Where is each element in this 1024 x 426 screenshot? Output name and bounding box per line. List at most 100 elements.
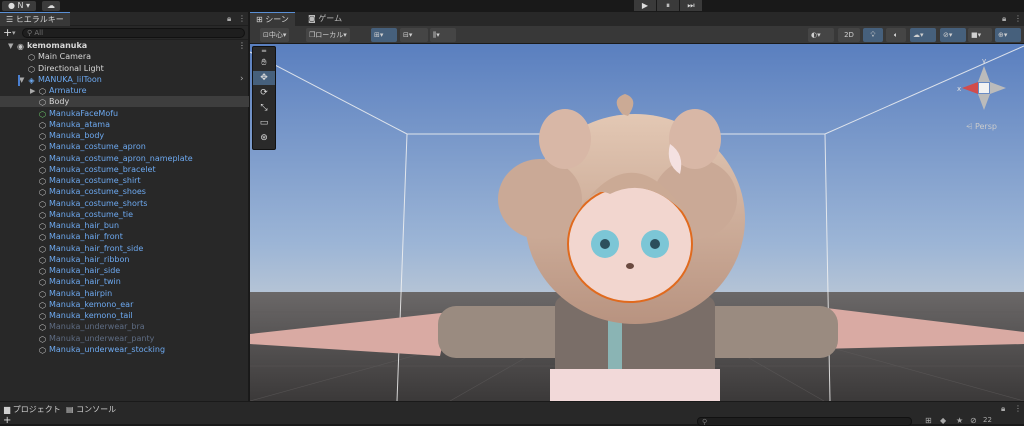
hierarchy-row[interactable]: ⬡ Manuka_kemono_tail	[0, 310, 249, 321]
hierarchy-row[interactable]: ⬡ Manuka_hairpin	[0, 288, 249, 299]
hierarchy-row[interactable]: ⬡ Manuka_costume_apron_nameplate	[0, 153, 249, 164]
scene-lock-icon[interactable]: 🔒︎	[1002, 14, 1006, 24]
project-search-input[interactable]: ⚲	[697, 417, 912, 426]
cube-icon: ⬡	[39, 165, 46, 175]
cube-icon: ⬡	[39, 312, 46, 321]
effects-dropdown[interactable]: ☁▾	[910, 28, 936, 42]
hierarchy-row[interactable]: ⬡ Directional Light	[0, 63, 249, 74]
tab-console[interactable]: ▤ コンソール	[62, 404, 120, 416]
account-label: N	[17, 1, 24, 10]
hierarchy-row[interactable]: ⬡ Manuka_hair_front	[0, 231, 249, 242]
hierarchy-row-label: Manuka_hair_ribbon	[49, 254, 130, 264]
scene-viewport[interactable]: x y ═ ✋︎ ✥ ⟳ ⤡ ▭ ⊛ ⩤ Persp	[250, 44, 1024, 401]
hierarchy-row[interactable]: ⬡ Manuka_costume_shirt	[0, 175, 249, 186]
tab-game[interactable]: ◙ ゲーム	[302, 12, 349, 26]
hierarchy-row[interactable]: ⬡ Manuka_kemono_ear	[0, 299, 249, 310]
speaker-icon: 🔈︎	[893, 31, 899, 39]
transform-tool-button[interactable]: ⊛	[253, 131, 275, 145]
hierarchy-row-label: Manuka_hair_front_side	[49, 243, 144, 253]
create-button[interactable]: +	[3, 415, 11, 426]
tab-hierarchy[interactable]: ☰ ヒエラルキー	[0, 12, 70, 26]
play-button[interactable]: ▶	[634, 0, 656, 11]
align-button[interactable]: ⫼▾	[430, 28, 456, 42]
hierarchy-row[interactable]: ⬡ Manuka_costume_tie	[0, 209, 249, 220]
tab-hierarchy-label: ヒエラルキー	[15, 15, 64, 24]
hierarchy-row[interactable]: ⬡ Manuka_body	[0, 130, 249, 141]
hidden-count: 22	[983, 416, 992, 424]
hierarchy-row-label: Manuka_hair_side	[49, 266, 121, 275]
rotate-tool-button[interactable]: ⟳	[253, 86, 275, 100]
draw-mode-dropdown[interactable]: ◐▾	[808, 28, 834, 42]
move-tool-button[interactable]: ✥	[253, 71, 275, 85]
camera-dropdown[interactable]: ■▾	[968, 28, 992, 42]
hierarchy-row[interactable]: ⬡ Manuka_costume_apron	[0, 141, 249, 152]
grid-snap-toggle[interactable]: ⊞▾	[371, 28, 397, 42]
pause-button[interactable]: ⏸	[657, 0, 679, 11]
hierarchy-row[interactable]: ⬡ Manuka_underwear_panty	[0, 333, 249, 344]
add-button[interactable]: +	[3, 26, 12, 39]
cube-icon: ⬡	[28, 64, 35, 74]
hierarchy-row[interactable]: ⬡ Manuka_costume_shoes	[0, 186, 249, 197]
scale-tool-button[interactable]: ⤡	[253, 101, 275, 115]
hierarchy-toolbar: + ▾ ⚲ All	[0, 26, 248, 40]
cube-icon: ⬡	[39, 98, 46, 108]
hierarchy-row[interactable]: ⬡ Body	[0, 96, 249, 108]
lighting-toggle[interactable]: 💡︎	[863, 28, 883, 42]
hierarchy-row[interactable]: ⬡ Manuka_hair_side	[0, 265, 249, 276]
cube-icon: ⬡	[39, 188, 46, 198]
hierarchy-row[interactable]: ▶ ⬡ Armature	[0, 85, 249, 96]
hierarchy-row[interactable]: ⬡ Manuka_underwear_bra	[0, 321, 249, 332]
hierarchy-icon: ☰	[6, 15, 14, 24]
tab-scene[interactable]: ⊞ シーン	[250, 12, 295, 26]
hierarchy-row-label: Manuka_atama	[49, 119, 110, 129]
rect-tool-button[interactable]: ▭	[253, 116, 275, 130]
hierarchy-row[interactable]: ⬡ Manuka_hair_bun	[0, 220, 249, 231]
hierarchy-row[interactable]: ⬡ Manuka_costume_shorts	[0, 198, 249, 209]
hierarchy-row[interactable]: ⬡ Manuka_underwear_stocking	[0, 344, 249, 355]
cloud-button[interactable]: ☁	[42, 1, 60, 11]
hierarchy-row[interactable]: ⬡ Main Camera	[0, 51, 249, 62]
hierarchy-row-label: Manuka_costume_shirt	[49, 176, 141, 185]
hand-tool-button[interactable]: ✋︎	[253, 56, 275, 70]
space-dropdown[interactable]: ❒ローカル▾	[306, 28, 350, 42]
prefab-open-chevron-icon[interactable]: ›	[240, 74, 244, 84]
space-label: ローカル	[315, 31, 344, 39]
hierarchy-row[interactable]: ⬡ Manuka_hair_front_side	[0, 243, 249, 254]
bottom-lock-icon[interactable]: 🔒︎	[1001, 404, 1005, 414]
hierarchy-row[interactable]: ⬡ Manuka_costume_bracelet	[0, 164, 249, 175]
account-dropdown[interactable]: ● N ▾	[2, 1, 36, 11]
playmode-controls: ▶ ⏸ ⏭	[634, 0, 702, 12]
visibility-dropdown[interactable]: ⊘▾	[940, 28, 966, 42]
tool-palette: ═ ✋︎ ✥ ⟳ ⤡ ▭ ⊛	[252, 46, 276, 150]
hierarchy-row-label: Main Camera	[38, 52, 92, 62]
pivot-dropdown[interactable]: ⊡中心▾	[260, 28, 290, 42]
hierarchy-row[interactable]: ⬡ Manuka_hair_ribbon	[0, 254, 249, 265]
gizmos-dropdown[interactable]: ⊕▾	[995, 28, 1021, 42]
hierarchy-row-label: Manuka_costume_shoes	[49, 187, 146, 197]
audio-toggle[interactable]: 🔈︎	[886, 28, 906, 42]
lock-icon[interactable]: 🔒︎	[227, 14, 231, 24]
hierarchy-row[interactable]: ⬡ Manuka_hair_twin	[0, 276, 249, 287]
hierarchy-row[interactable]: ▼ ◈ MANUKA_lilToon	[0, 74, 249, 85]
cube-icon: ⬡	[39, 132, 46, 141]
toggle-2d-button[interactable]: 2D	[838, 28, 860, 42]
cube-icon: ⬡	[39, 255, 46, 265]
step-button[interactable]: ⏭	[680, 0, 702, 11]
tab-scene-label: シーン	[265, 15, 289, 24]
hierarchy-search-input[interactable]: ⚲ All	[22, 28, 245, 38]
hierarchy-panel: ☰ ヒエラルキー 🔒︎ ⋮ + ▾ ⚲ All ▼ ◉ kemomanuka ⋮ ⬡ Ma…	[0, 12, 249, 401]
bottom-kebab-menu-icon[interactable]: ⋮	[1014, 404, 1022, 413]
scene-panel: ⊞ シーン ◙ ゲーム 🔒︎ ⋮ ⊡中心▾ ❒ローカル▾ ⊞▾ ⊟▾ ⫼▾ ◐▾…	[250, 12, 1024, 401]
palette-grip-icon[interactable]: ═	[253, 47, 275, 55]
projection-label[interactable]: ⩤ Persp	[966, 122, 997, 132]
hierarchy-row[interactable]: ⬡ Manuka_atama	[0, 119, 249, 130]
scene-kebab-menu-icon[interactable]: ⋮	[1014, 14, 1022, 23]
hierarchy-row[interactable]: ⬡ ManukaFaceMofu	[0, 108, 249, 119]
scene-kebab-icon[interactable]: ⋮	[238, 40, 246, 51]
cube-icon: ⬡	[39, 87, 46, 96]
hierarchy-row[interactable]: ▼ ◉ kemomanuka ⋮	[0, 40, 249, 51]
unity-scene-icon: ◉	[17, 42, 24, 51]
increment-snap-button[interactable]: ⊟▾	[400, 28, 428, 42]
kebab-menu-icon[interactable]: ⋮	[238, 14, 246, 23]
add-dropdown-chevron-icon[interactable]: ▾	[12, 26, 16, 40]
